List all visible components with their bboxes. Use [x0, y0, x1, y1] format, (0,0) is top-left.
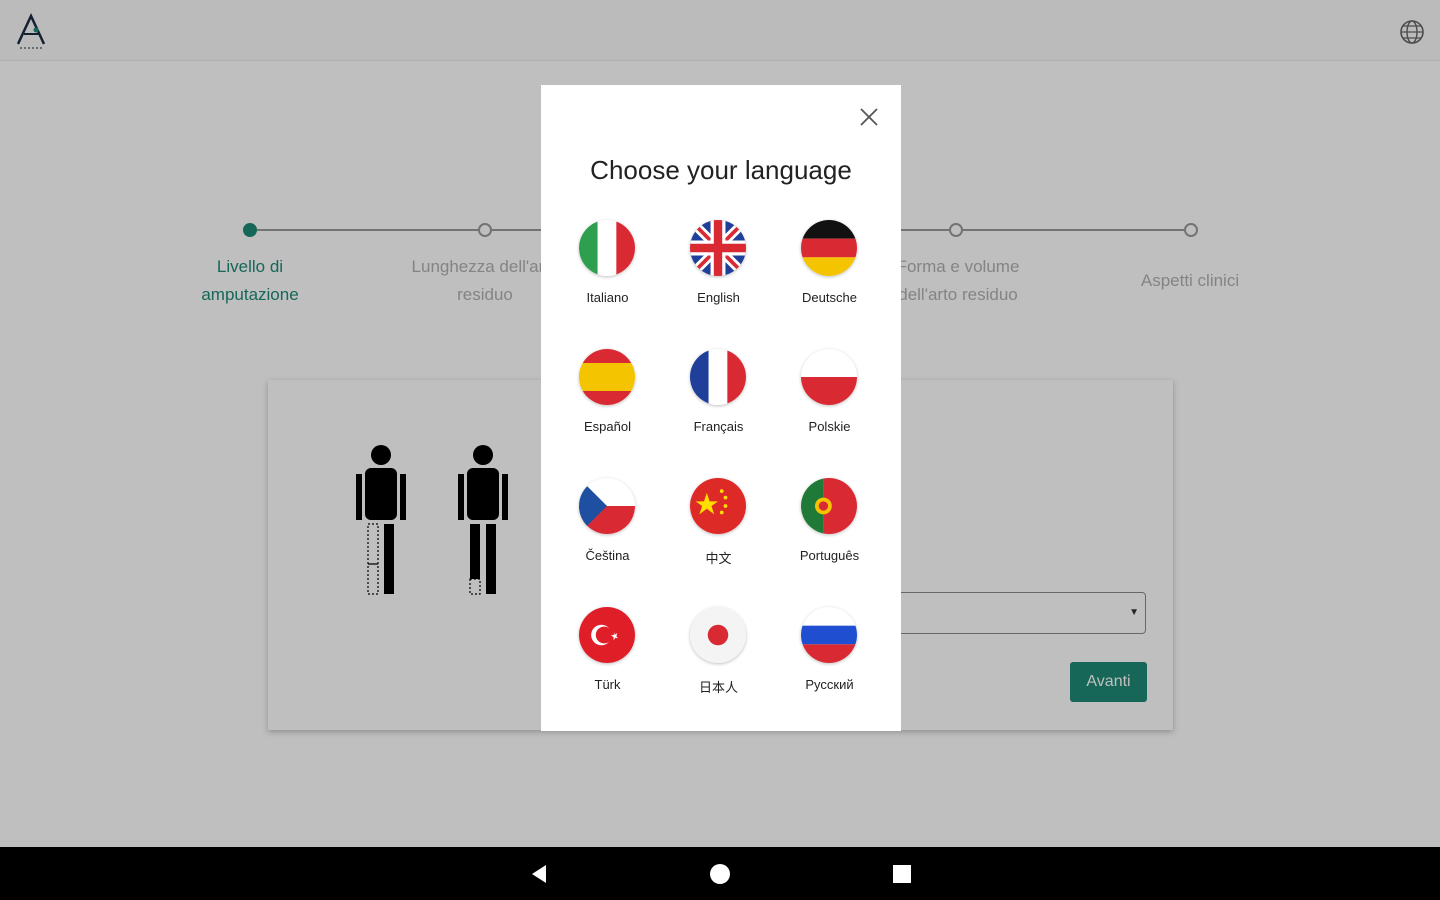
portugal-flag-icon: [801, 478, 857, 534]
language-dialog: Choose your language Italiano English De…: [541, 85, 901, 731]
language-label: 中文: [705, 551, 732, 566]
language-label: Deutsche: [802, 290, 857, 305]
language-option-japanese[interactable]: 日本人: [663, 607, 774, 717]
poland-flag-icon: [801, 349, 857, 405]
language-label: Türk: [594, 677, 621, 692]
germany-flag-icon: [801, 220, 857, 276]
language-option-russian[interactable]: Русский: [774, 607, 885, 717]
russia-flag-icon: [801, 607, 857, 663]
language-option-espanol[interactable]: Español: [552, 349, 663, 459]
uk-flag-icon: [690, 220, 746, 276]
system-navigation-bar: [0, 847, 1440, 900]
dialog-title: Choose your language: [590, 155, 852, 185]
italy-flag-icon: [579, 220, 635, 276]
home-circle-icon[interactable]: [705, 859, 735, 889]
language-label: Polskie: [808, 419, 851, 434]
czech-flag-icon: [579, 478, 635, 534]
language-label: Italiano: [586, 290, 629, 305]
language-option-francais[interactable]: Français: [663, 349, 774, 459]
language-option-cestina[interactable]: Čeština: [552, 478, 663, 588]
language-option-portugues[interactable]: Português: [774, 478, 885, 588]
language-label: Čeština: [585, 548, 630, 563]
language-label: English: [697, 290, 740, 305]
language-label: Русский: [805, 677, 854, 692]
language-option-turk[interactable]: Türk: [552, 607, 663, 717]
language-label: 日本人: [698, 680, 738, 695]
china-flag-icon: [690, 478, 746, 534]
language-option-english[interactable]: English: [663, 220, 774, 330]
france-flag-icon: [690, 349, 746, 405]
turkey-flag-icon: [579, 607, 635, 663]
back-triangle-icon[interactable]: [524, 859, 554, 889]
close-icon[interactable]: [857, 105, 881, 129]
language-option-italiano[interactable]: Italiano: [552, 220, 663, 330]
recents-square-icon[interactable]: [887, 859, 917, 889]
language-option-polskie[interactable]: Polskie: [774, 349, 885, 459]
language-label: Español: [584, 419, 631, 434]
language-option-chinese[interactable]: 中文: [663, 478, 774, 588]
spain-flag-icon: [579, 349, 635, 405]
language-label: Português: [799, 548, 860, 563]
japan-flag-icon: [690, 607, 746, 663]
language-option-deutsche[interactable]: Deutsche: [774, 220, 885, 330]
language-label: Français: [693, 419, 744, 434]
